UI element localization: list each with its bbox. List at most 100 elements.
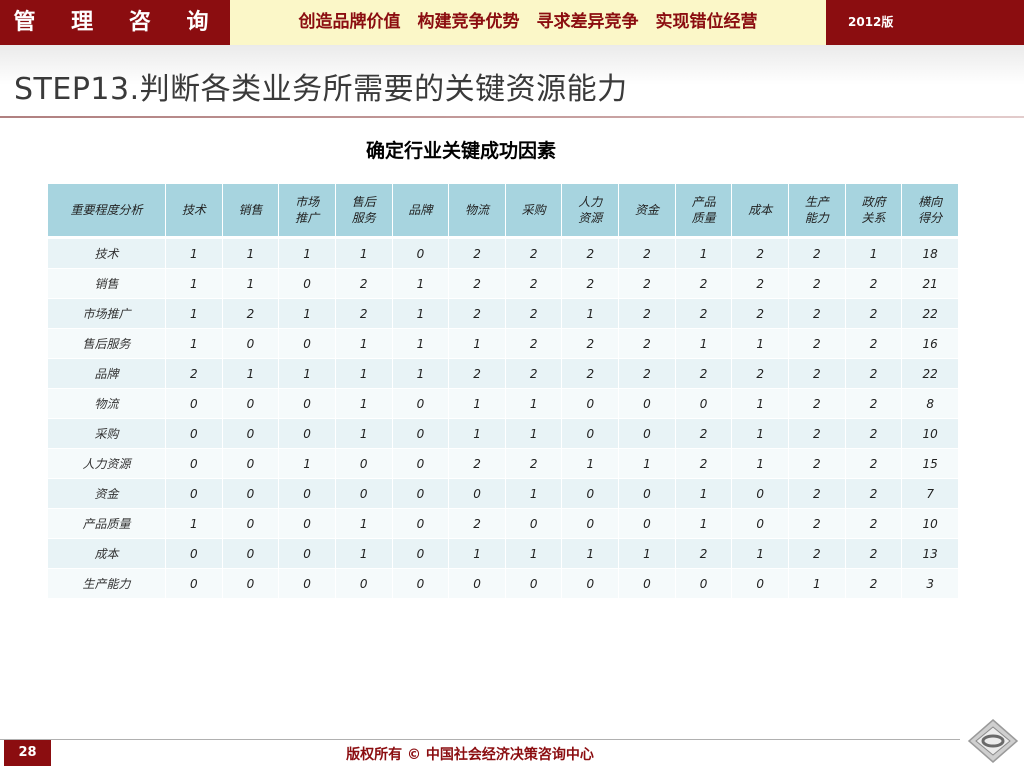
score-cell: 2	[732, 299, 790, 329]
score-cell: 2	[845, 449, 903, 479]
score-cell: 1	[675, 329, 733, 359]
score-cell: 2	[166, 359, 223, 389]
row-label: 技术	[48, 239, 166, 269]
score-cell: 1	[675, 509, 733, 539]
column-header-text: 服务	[351, 211, 376, 225]
score-cell: 1	[675, 239, 733, 269]
table-row: 售后服务 1 0 0 1 1 1 2 2 2 1 1 2 2 16	[48, 329, 959, 359]
score-cell: 2	[789, 359, 846, 389]
score-cell: 1	[392, 329, 450, 359]
score-cell: 1	[279, 239, 336, 269]
column-header-text: 资源	[578, 211, 603, 225]
table-body: 技术 1 1 1 1 0 2 2 2 2 1 2 2 1 18 销售 1 1 0 2 1 2 2 2 2 2 2 2 2 21 市场推广 1 2…	[48, 239, 959, 599]
score-cell: 0	[449, 479, 506, 509]
score-cell: 0	[732, 509, 790, 539]
score-cell: 2	[675, 269, 733, 299]
column-header: 政府 关系	[845, 184, 903, 239]
score-cell: 0	[505, 509, 563, 539]
score-cell: 1	[505, 539, 563, 569]
score-cell: 1	[166, 269, 223, 299]
score-cell: 2	[845, 539, 903, 569]
score-cell: 2	[619, 329, 676, 359]
score-cell: 1	[279, 449, 336, 479]
score-cell: 1	[449, 419, 506, 449]
row-label: 采购	[48, 419, 166, 449]
column-header: 产品 质量	[675, 184, 733, 239]
score-cell: 2	[789, 539, 846, 569]
score-cell: 0	[732, 569, 790, 599]
score-cell: 1	[449, 329, 506, 359]
row-label: 产品质量	[48, 509, 166, 539]
score-cell: 1	[562, 449, 620, 479]
column-header-text: 产品	[691, 195, 716, 209]
score-cell: 2	[732, 239, 790, 269]
score-cell: 0	[619, 419, 676, 449]
score-cell: 0	[392, 509, 450, 539]
column-header: 资金	[619, 184, 676, 239]
score-cell: 0	[279, 329, 336, 359]
score-cell: 1	[166, 299, 223, 329]
table-row: 品牌 2 1 1 1 1 2 2 2 2 2 2 2 2 22	[48, 359, 959, 389]
row-label: 生产能力	[48, 569, 166, 599]
score-cell: 2	[619, 359, 676, 389]
column-header-text: 技术	[181, 203, 206, 217]
score-cell: 2	[335, 269, 393, 299]
column-header-text: 推广	[295, 211, 320, 225]
column-header-text: 横向	[918, 195, 943, 209]
column-header-text: 关系	[861, 211, 886, 225]
score-cell: 2	[789, 299, 846, 329]
table-row: 人力资源 0 0 1 0 0 2 2 1 1 2 1 2 2 15	[48, 449, 959, 479]
score-cell: 0	[222, 449, 280, 479]
table-row: 销售 1 1 0 2 1 2 2 2 2 2 2 2 2 21	[48, 269, 959, 299]
column-header: 横向 得分	[902, 184, 959, 239]
score-cell: 2	[505, 359, 563, 389]
row-label: 资金	[48, 479, 166, 509]
column-header-text: 售后	[351, 195, 376, 209]
score-cell: 2	[505, 329, 563, 359]
score-cell: 2	[845, 509, 903, 539]
score-cell: 0	[166, 569, 223, 599]
score-cell: 1	[335, 509, 393, 539]
row-total-cell: 22	[902, 359, 959, 389]
column-header-text: 市场	[295, 195, 320, 209]
column-header-text: 质量	[691, 211, 716, 225]
score-cell: 2	[505, 449, 563, 479]
score-cell: 0	[166, 389, 223, 419]
footer-divider	[0, 739, 960, 740]
score-cell: 0	[732, 479, 790, 509]
score-cell: 2	[732, 269, 790, 299]
row-total-cell: 10	[902, 419, 959, 449]
score-cell: 1	[222, 239, 280, 269]
score-cell: 2	[335, 299, 393, 329]
score-cell: 0	[675, 569, 733, 599]
column-header-text: 资金	[634, 203, 659, 217]
score-cell: 2	[845, 389, 903, 419]
score-cell: 1	[789, 569, 846, 599]
column-header-text: 销售	[238, 203, 263, 217]
score-cell: 0	[222, 479, 280, 509]
table-row: 产品质量 1 0 0 1 0 2 0 0 0 1 0 2 2 10	[48, 509, 959, 539]
table-row: 生产能力 0 0 0 0 0 0 0 0 0 0 0 1 2 3	[48, 569, 959, 599]
score-cell: 0	[392, 389, 450, 419]
row-label: 成本	[48, 539, 166, 569]
column-header: 人力 资源	[562, 184, 620, 239]
column-header: 售后 服务	[335, 184, 393, 239]
score-cell: 1	[619, 449, 676, 479]
score-cell: 2	[789, 239, 846, 269]
score-cell: 0	[222, 419, 280, 449]
score-cell: 2	[789, 509, 846, 539]
row-total-cell: 16	[902, 329, 959, 359]
score-cell: 2	[449, 299, 506, 329]
slogan-banner: 创造品牌价值 构建竞争优势 寻求差异竞争 实现错位经营	[230, 0, 826, 45]
column-header-text: 品牌	[408, 203, 433, 217]
score-cell: 2	[449, 269, 506, 299]
column-header: 采购	[505, 184, 563, 239]
score-cell: 2	[675, 539, 733, 569]
column-header-text: 人力	[578, 195, 603, 209]
score-cell: 0	[279, 479, 336, 509]
row-total-cell: 8	[902, 389, 959, 419]
score-cell: 1	[335, 239, 393, 269]
score-cell: 2	[789, 479, 846, 509]
table-row: 技术 1 1 1 1 0 2 2 2 2 1 2 2 1 18	[48, 239, 959, 269]
score-cell: 2	[449, 359, 506, 389]
